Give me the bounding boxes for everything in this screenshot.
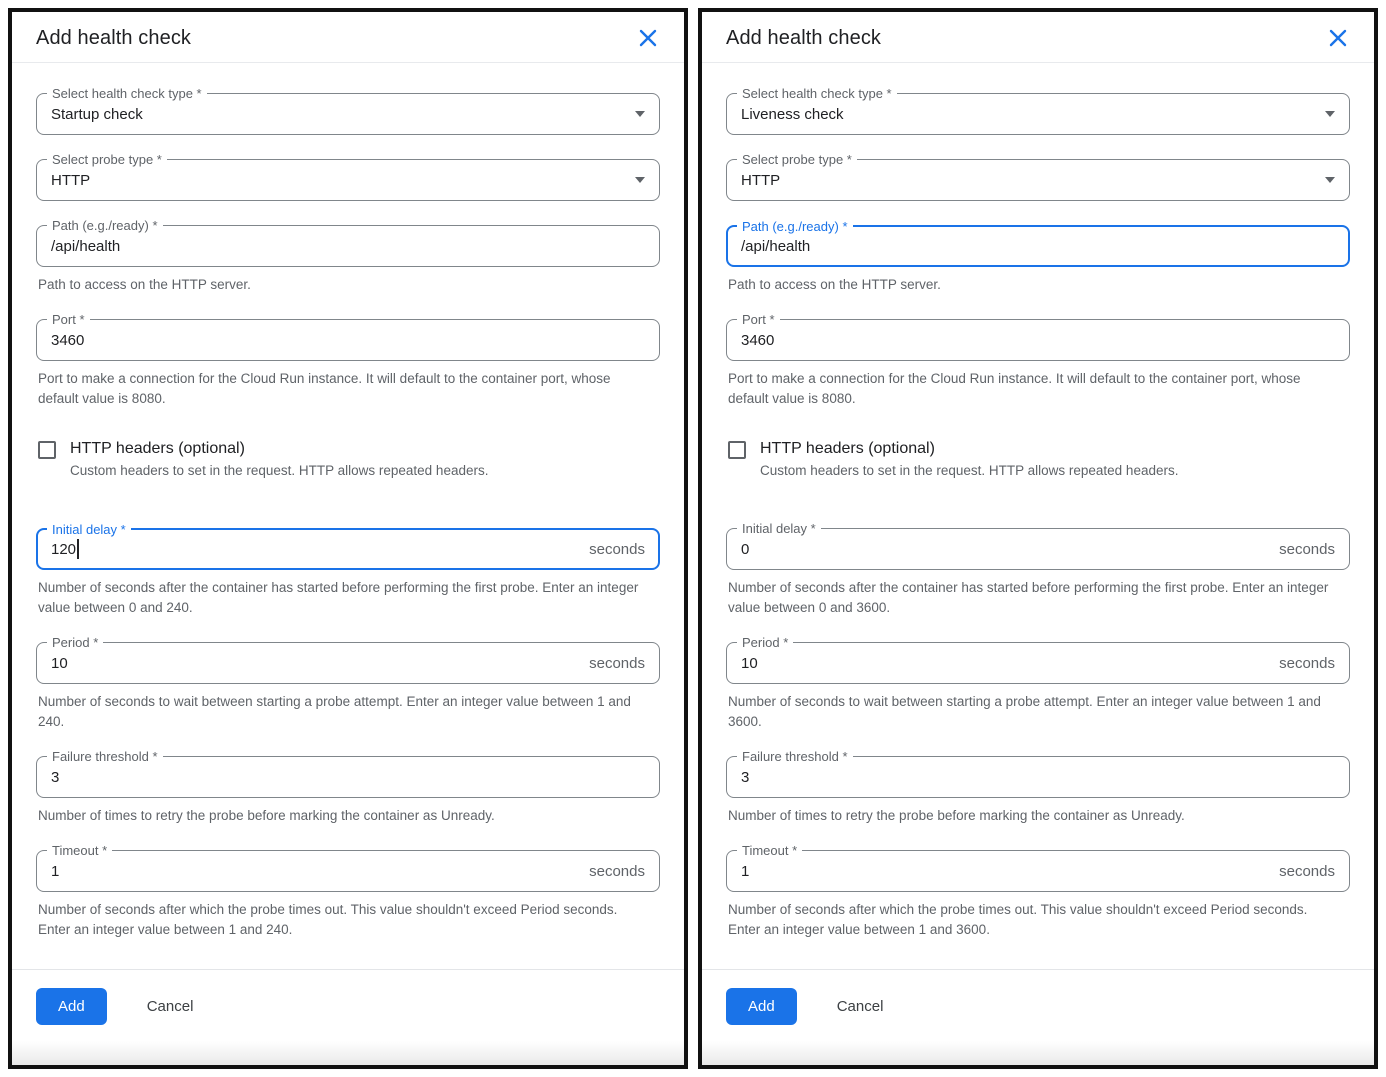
dialog-footer: Add Cancel [12, 969, 684, 1041]
initial-delay-input[interactable]: Initial delay * 120 seconds [36, 528, 660, 570]
http-headers-checkbox[interactable] [728, 441, 746, 459]
health-check-type-select[interactable]: Select health check type * Startup check [36, 93, 660, 135]
failure-threshold-helper: Number of times to retry the probe befor… [728, 806, 1332, 826]
health-check-type-label: Select health check type * [737, 86, 897, 101]
text-cursor [77, 539, 79, 559]
initial-delay-value: 120 [51, 541, 76, 558]
initial-delay-unit: seconds [1279, 541, 1335, 558]
port-input[interactable]: Port * 3460 [726, 319, 1350, 361]
path-label: Path (e.g./ready) * [47, 218, 163, 233]
dialog-title: Add health check [726, 27, 881, 50]
timeout-label: Timeout * [47, 843, 112, 858]
http-headers-checkbox[interactable] [38, 441, 56, 459]
health-check-type-value: Liveness check [741, 106, 844, 123]
failure-threshold-value: 3 [51, 769, 59, 786]
close-icon[interactable] [636, 26, 660, 50]
initial-delay-helper: Number of seconds after the container ha… [38, 578, 642, 618]
initial-delay-value: 0 [741, 541, 749, 558]
dialog-bottom-shadow [702, 1041, 1374, 1065]
chevron-down-icon [635, 177, 645, 183]
path-input[interactable]: Path (e.g./ready) * /api/health [36, 225, 660, 267]
failure-threshold-label: Failure threshold * [737, 749, 853, 764]
period-helper: Number of seconds to wait between starti… [728, 692, 1332, 732]
dialog-body: Select health check type * Startup check… [12, 63, 684, 945]
path-input[interactable]: Path (e.g./ready) * /api/health [726, 225, 1350, 267]
http-headers-row: HTTP headers (optional) Custom headers t… [36, 439, 660, 480]
http-headers-helper: Custom headers to set in the request. HT… [70, 461, 488, 480]
probe-type-label: Select probe type * [737, 152, 857, 167]
period-unit: seconds [1279, 655, 1335, 672]
dialog-footer: Add Cancel [702, 969, 1374, 1041]
two-dialog-comparison: Add health check Select health check typ… [0, 0, 1386, 1077]
probe-type-select[interactable]: Select probe type * HTTP [726, 159, 1350, 201]
dialog-header: Add health check [702, 12, 1374, 63]
period-helper: Number of seconds to wait between starti… [38, 692, 642, 732]
failure-threshold-label: Failure threshold * [47, 749, 163, 764]
period-unit: seconds [589, 655, 645, 672]
dialog-title: Add health check [36, 27, 191, 50]
port-label: Port * [737, 312, 780, 327]
http-headers-label: HTTP headers (optional) [760, 439, 1178, 459]
period-value: 10 [741, 655, 758, 672]
timeout-value: 1 [51, 863, 59, 880]
failure-threshold-value: 3 [741, 769, 749, 786]
failure-threshold-helper: Number of times to retry the probe befor… [38, 806, 642, 826]
port-label: Port * [47, 312, 90, 327]
period-input[interactable]: Period * 10 seconds [36, 642, 660, 684]
timeout-helper: Number of seconds after which the probe … [728, 900, 1332, 940]
initial-delay-label: Initial delay * [737, 521, 821, 536]
http-headers-helper: Custom headers to set in the request. HT… [760, 461, 1178, 480]
http-headers-row: HTTP headers (optional) Custom headers t… [726, 439, 1350, 480]
port-input[interactable]: Port * 3460 [36, 319, 660, 361]
probe-type-value: HTTP [51, 172, 90, 189]
period-value: 10 [51, 655, 68, 672]
cancel-button[interactable]: Cancel [143, 988, 198, 1025]
timeout-helper: Number of seconds after which the probe … [38, 900, 642, 940]
http-headers-label: HTTP headers (optional) [70, 439, 488, 459]
timeout-unit: seconds [589, 863, 645, 880]
health-check-type-select[interactable]: Select health check type * Liveness chec… [726, 93, 1350, 135]
timeout-unit: seconds [1279, 863, 1335, 880]
path-label: Path (e.g./ready) * [737, 219, 853, 234]
health-check-type-label: Select health check type * [47, 86, 207, 101]
timeout-input[interactable]: Timeout * 1 seconds [36, 850, 660, 892]
timeout-value: 1 [741, 863, 749, 880]
dialog-body: Select health check type * Liveness chec… [702, 63, 1374, 945]
port-helper: Port to make a connection for the Cloud … [38, 369, 642, 409]
port-value: 3460 [741, 332, 774, 349]
probe-type-select[interactable]: Select probe type * HTTP [36, 159, 660, 201]
probe-type-label: Select probe type * [47, 152, 167, 167]
path-helper: Path to access on the HTTP server. [38, 275, 642, 295]
port-value: 3460 [51, 332, 84, 349]
failure-threshold-input[interactable]: Failure threshold * 3 [36, 756, 660, 798]
path-helper: Path to access on the HTTP server. [728, 275, 1332, 295]
dialog-bottom-shadow [12, 1041, 684, 1065]
initial-delay-unit: seconds [589, 541, 645, 558]
close-icon[interactable] [1326, 26, 1350, 50]
cancel-button[interactable]: Cancel [833, 988, 888, 1025]
add-button[interactable]: Add [36, 988, 107, 1025]
dialog-header: Add health check [12, 12, 684, 63]
initial-delay-input[interactable]: Initial delay * 0 seconds [726, 528, 1350, 570]
chevron-down-icon [1325, 177, 1335, 183]
probe-type-value: HTTP [741, 172, 780, 189]
timeout-input[interactable]: Timeout * 1 seconds [726, 850, 1350, 892]
path-value: /api/health [741, 238, 810, 255]
initial-delay-label: Initial delay * [47, 522, 131, 537]
period-label: Period * [737, 635, 793, 650]
path-value: /api/health [51, 238, 120, 255]
port-helper: Port to make a connection for the Cloud … [728, 369, 1332, 409]
period-input[interactable]: Period * 10 seconds [726, 642, 1350, 684]
chevron-down-icon [1325, 111, 1335, 117]
chevron-down-icon [635, 111, 645, 117]
initial-delay-helper: Number of seconds after the container ha… [728, 578, 1332, 618]
period-label: Period * [47, 635, 103, 650]
add-button[interactable]: Add [726, 988, 797, 1025]
failure-threshold-input[interactable]: Failure threshold * 3 [726, 756, 1350, 798]
health-check-type-value: Startup check [51, 106, 143, 123]
dialog-liveness-check: Add health check Select health check typ… [698, 8, 1378, 1069]
timeout-label: Timeout * [737, 843, 802, 858]
dialog-startup-check: Add health check Select health check typ… [8, 8, 688, 1069]
